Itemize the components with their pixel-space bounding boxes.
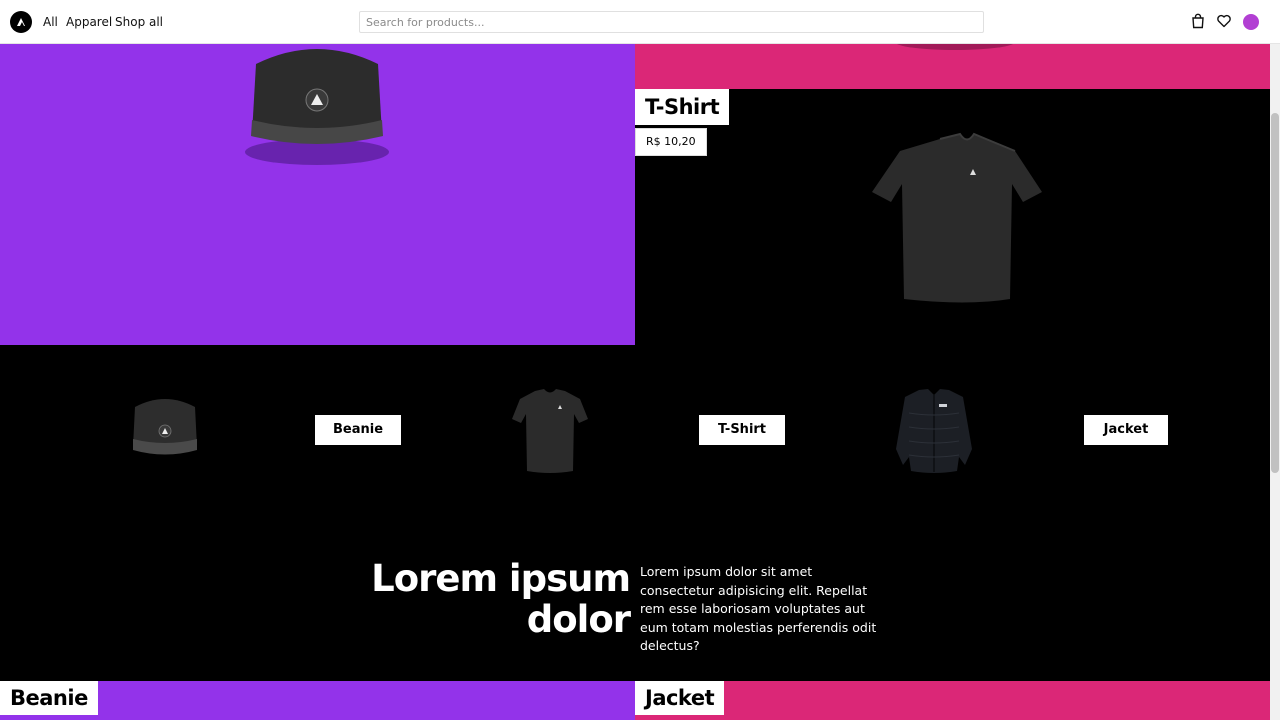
nav-link-apparel[interactable]: Apparel [66,15,112,29]
user-avatar[interactable] [1243,14,1259,30]
featured-tile-beanie[interactable] [0,44,635,345]
product-shadow-image [896,44,1014,50]
top-navbar: All Apparel Shop all [0,0,1280,44]
search-input[interactable] [359,11,984,33]
page-scrollbar-thumb[interactable] [1271,113,1279,473]
beanie-image [245,49,389,165]
featured-tile-tshirt[interactable]: T-Shirt R$ 10,20 [635,89,1270,345]
promo-body: Lorem ipsum dolor sit amet consectetur a… [640,564,877,654]
product-tile-title-beanie: Beanie [0,681,98,715]
store-logo[interactable] [10,11,32,33]
product-tile-beanie[interactable]: Beanie [0,681,635,720]
featured-product-price: R$ 10,20 [635,128,707,156]
product-tile-title-jacket: Jacket [635,681,725,715]
featured-product-title: T-Shirt [635,89,730,125]
bag-icon[interactable] [1190,13,1206,29]
product-carousel: Beanie T-Shirt Jacket [0,345,1270,515]
carousel-label-jacket[interactable]: Jacket [1084,415,1168,445]
promo-heading: Lorem ipsum dolor [371,557,631,641]
carousel-label-beanie[interactable]: Beanie [315,415,401,445]
carousel-label-tshirt[interactable]: T-Shirt [699,415,785,445]
product-tile-jacket[interactable]: Jacket [635,681,1270,720]
tshirt-image [872,132,1042,303]
nav-link-shop-all[interactable]: Shop all [115,15,163,29]
featured-tile-pink[interactable] [635,44,1270,89]
promo-heading-line-1: Lorem ipsum [371,557,631,600]
logo-icon [17,18,25,26]
carousel-image-tshirt[interactable] [510,387,590,477]
nav-link-all[interactable]: All [43,15,58,29]
heart-icon[interactable] [1216,13,1232,29]
carousel-image-jacket[interactable] [893,387,975,477]
carousel-image-beanie[interactable] [125,395,205,465]
promo-heading-line-2: dolor [526,598,631,641]
